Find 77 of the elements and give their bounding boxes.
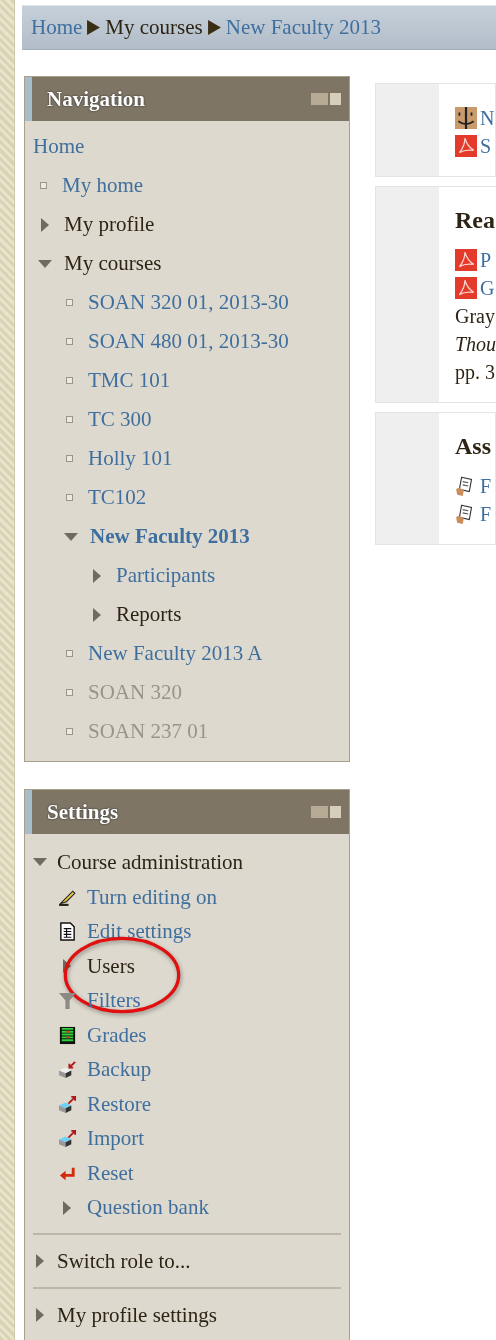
- section-heading: Rea: [455, 207, 496, 234]
- expanded-triangle-icon[interactable]: [38, 258, 52, 269]
- box-arrow-out-icon: [57, 1094, 77, 1114]
- nav-item[interactable]: Holly 101: [88, 446, 173, 471]
- settings-link[interactable]: Reset: [87, 1160, 134, 1186]
- nav-item[interactable]: Home: [33, 134, 85, 159]
- collapsed-triangle-icon[interactable]: [92, 607, 102, 622]
- resource-link[interactable]: N: [480, 106, 495, 130]
- resource-link[interactable]: G: [480, 276, 495, 300]
- resource-link[interactable]: S: [480, 134, 492, 158]
- bullet-icon: [66, 338, 73, 345]
- funnel-icon: [57, 991, 77, 1011]
- dock-icon[interactable]: [311, 806, 341, 818]
- breadcrumb-link[interactable]: New Faculty 2013: [225, 15, 381, 40]
- finder-face-icon: [455, 107, 477, 129]
- settings-item[interactable]: Course administration: [57, 849, 244, 875]
- collapsed-triangle-icon[interactable]: [35, 1308, 45, 1322]
- bullet-icon: [66, 455, 73, 462]
- expanded-triangle-icon[interactable]: [33, 857, 47, 867]
- bullet-icon: [66, 377, 73, 384]
- body-text: Thou: [455, 332, 496, 356]
- nav-item[interactable]: My profile: [64, 212, 155, 237]
- nav-item[interactable]: New Faculty 2013 A: [88, 641, 263, 666]
- settings-link[interactable]: Edit settings: [87, 919, 192, 945]
- collapsed-triangle-icon[interactable]: [40, 217, 50, 232]
- settings-link[interactable]: Backup: [87, 1057, 152, 1083]
- body-text: Gray: [455, 304, 495, 328]
- separator-arrow-icon: [207, 20, 221, 35]
- breadcrumb-link[interactable]: Home: [31, 15, 83, 40]
- bullet-icon: [66, 728, 73, 735]
- pdf-icon: [455, 135, 477, 157]
- expanded-triangle-icon[interactable]: [64, 531, 78, 542]
- settings-link[interactable]: Import: [87, 1126, 145, 1152]
- settings-item[interactable]: Question bank: [87, 1195, 209, 1221]
- nav-item[interactable]: My courses: [64, 251, 162, 276]
- collapsed-triangle-icon[interactable]: [62, 1200, 72, 1215]
- nav-item[interactable]: New Faculty 2013: [90, 524, 250, 549]
- dock-icon[interactable]: [311, 93, 341, 105]
- box-arrow-out-icon: [57, 1129, 77, 1149]
- resource-link[interactable]: F: [480, 502, 492, 526]
- separator-arrow-icon: [87, 20, 101, 35]
- settings-link[interactable]: Grades: [87, 1022, 147, 1048]
- bullet-icon: [66, 689, 73, 696]
- document-icon: [57, 922, 77, 942]
- nav-item[interactable]: TMC 101: [88, 368, 171, 393]
- nav-item[interactable]: My home: [62, 173, 144, 198]
- settings-item[interactable]: Switch role to...: [57, 1248, 191, 1274]
- bullet-icon: [66, 494, 73, 501]
- section-heading: Ass: [455, 433, 492, 460]
- pdf-icon: [455, 277, 477, 299]
- nav-item[interactable]: TC102: [88, 485, 147, 510]
- nav-item[interactable]: Participants: [116, 563, 216, 588]
- block-title: Settings: [47, 799, 119, 825]
- block-title: Navigation: [47, 86, 145, 112]
- collapsed-triangle-icon[interactable]: [35, 1254, 45, 1268]
- collapsed-triangle-icon[interactable]: [62, 959, 72, 974]
- nav-item[interactable]: SOAN 480 01, 2013-30: [88, 329, 289, 354]
- bullet-icon: [66, 299, 73, 306]
- settings-link[interactable]: Restore: [87, 1091, 152, 1117]
- nav-item[interactable]: TC 300: [88, 407, 152, 432]
- settings-item[interactable]: My profile settings: [57, 1302, 217, 1328]
- nav-item[interactable]: Reports: [116, 602, 182, 627]
- breadcrumb-text: My courses: [105, 15, 203, 40]
- bullet-icon: [66, 650, 73, 657]
- nav-item[interactable]: SOAN 320 01, 2013-30: [88, 290, 289, 315]
- box-arrow-in-icon: [57, 1060, 77, 1080]
- bullet-icon: [66, 416, 73, 423]
- resource-link[interactable]: F: [480, 474, 492, 498]
- resource-link[interactable]: P: [480, 248, 492, 272]
- settings-link[interactable]: Filters: [87, 988, 141, 1014]
- spreadsheet-icon: [57, 1025, 77, 1045]
- body-text: pp. 3: [455, 360, 495, 384]
- settings-link[interactable]: Turn editing on: [87, 884, 217, 910]
- collapsed-triangle-icon[interactable]: [92, 568, 102, 583]
- bullet-icon: [40, 182, 47, 189]
- pdf-icon: [455, 249, 477, 271]
- settings-item[interactable]: Users: [87, 953, 135, 979]
